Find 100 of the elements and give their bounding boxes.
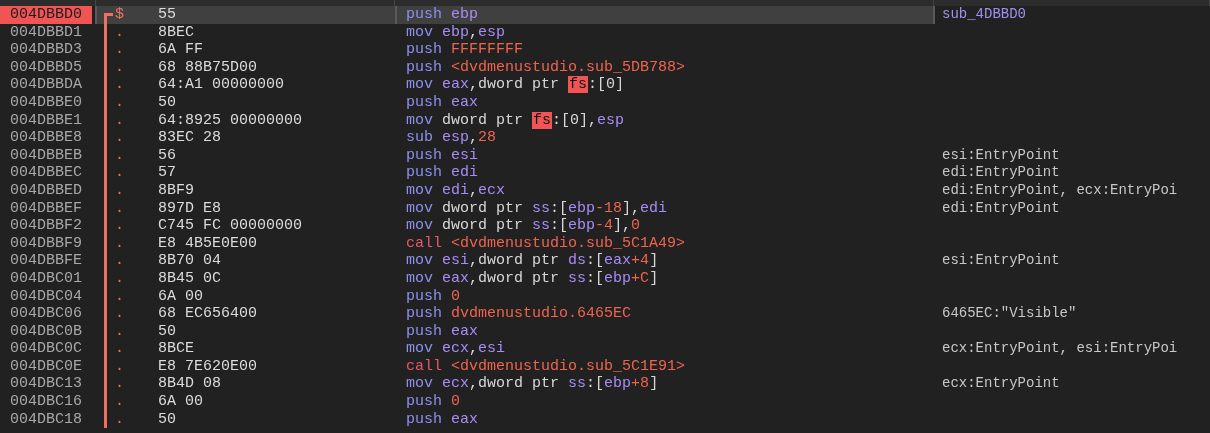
- bytes-cell-text: 6A FF: [158, 41, 204, 59]
- instruction-cell-text: push 0: [405, 393, 462, 411]
- comment-cell-text: esi:EntryPoint: [941, 146, 1061, 165]
- instruction-cell-text: mov ecx,esi: [405, 340, 507, 358]
- marker-cell-text: .: [114, 76, 125, 94]
- bytes-cell-text: E8 7E620E00: [158, 357, 259, 376]
- comment-cell-text: esi:EntryPoint: [941, 252, 1061, 270]
- address-cell-text: 004DBC0B: [9, 322, 83, 341]
- comment-cell-text: ecx:EntryPoint: [941, 375, 1061, 394]
- bytes-cell-text: 50: [158, 93, 177, 112]
- marker-cell-text: .: [114, 129, 125, 147]
- bytes-cell-text: 897D E8: [158, 199, 222, 218]
- bytes-cell-text: C745 FC 00000000: [158, 217, 304, 235]
- address-cell-text: 004DBBEC: [9, 164, 83, 182]
- address-cell-text: 004DBBF9: [9, 234, 83, 253]
- marker-cell-text: .: [114, 375, 125, 394]
- instruction-cell-text: mov esi,dword ptr ds:[eax+4]: [405, 252, 660, 270]
- address-cell-text: 004DBC06: [9, 305, 83, 323]
- comment-cell-text: 6465EC:"Visible": [941, 305, 1078, 323]
- instruction-cell-text: mov eax,dword ptr fs:[0]: [405, 76, 626, 94]
- marker-cell-text: .: [114, 199, 125, 218]
- address-cell-text: 004DBC13: [9, 375, 83, 394]
- instruction-cell-text: mov dword ptr ss:[ebp-4],0: [405, 217, 642, 235]
- comment-cell-text: edi:EntryPoint: [941, 164, 1061, 182]
- bytes-cell-text: 64:8925 00000000: [158, 111, 304, 130]
- bytes-cell-text: 64:A1 00000000: [158, 76, 286, 94]
- comment-cell-text: edi:EntryPoint, ecx:EntryPoi: [941, 181, 1179, 200]
- bytes-cell-text: 56: [158, 146, 177, 165]
- bytes-cell-text: 6A 00: [158, 393, 204, 411]
- instruction-cell-text: push eax: [405, 93, 480, 112]
- bytes-cell-text: 8BF9: [158, 181, 195, 200]
- marker-cell-text: .: [114, 322, 125, 341]
- instruction-cell-text: push edi: [405, 164, 480, 182]
- bytes-cell-text: 68 EC656400: [158, 305, 259, 323]
- marker-cell-text: .: [114, 305, 125, 323]
- instruction-cell-text: mov dword ptr fs:[0],esp: [405, 111, 626, 130]
- address-cell: 004DBBD0: [0, 6, 92, 24]
- bytes-cell-text: 8BEC: [158, 23, 195, 42]
- comment-cell-text: ecx:EntryPoint, esi:EntryPoi: [941, 340, 1179, 358]
- instruction-cell-text: mov dword ptr ss:[ebp-18],edi: [405, 199, 669, 218]
- marker-cell-text: .: [114, 164, 125, 182]
- marker-cell-text: .: [114, 410, 125, 429]
- address-cell-text: 004DBC16: [9, 393, 83, 411]
- address-cell-text: 004DBBE1: [9, 111, 83, 130]
- marker-cell-text: .: [114, 393, 125, 411]
- address-cell-text: 004DBBD3: [9, 41, 83, 59]
- address-cell-text: 004DBBE8: [9, 129, 83, 147]
- marker-cell-text: $: [114, 6, 125, 24]
- marker-cell-text: .: [114, 41, 125, 59]
- instruction-cell-text: push eax: [405, 410, 480, 429]
- marker-cell-text: .: [114, 252, 125, 270]
- label-cell-text: sub_4DBBD0: [941, 6, 1027, 24]
- marker-cell-text: .: [114, 111, 125, 130]
- instruction-cell-text: push esi: [405, 146, 480, 165]
- instruction-cell-text: mov ebp,esp: [405, 23, 507, 42]
- address-cell-text: 004DBBD1: [9, 23, 83, 42]
- instruction-cell-text: push eax: [405, 322, 479, 341]
- address-cell-text: 004DBBD5: [9, 58, 83, 77]
- bytes-cell-text: 8B45 0C: [158, 269, 222, 288]
- bytes-cell-text: E8 4B5E0E00: [158, 234, 259, 253]
- bytes-cell-text: 68 88B75D00: [158, 58, 259, 77]
- bytes-cell-text: 83EC 28: [158, 129, 222, 147]
- address-cell-text: 004DBC04: [9, 287, 83, 306]
- bytes-cell-text: 50: [158, 322, 177, 341]
- bytes-cell-text: 8B70 04: [158, 252, 222, 270]
- instruction-cell-text: mov edi,ecx: [405, 181, 507, 200]
- instruction-cell-text: mov eax,dword ptr ss:[ebp+C]: [405, 269, 660, 288]
- bytes-cell-text: 57: [158, 164, 177, 182]
- address-cell-text: 004DBC0E: [9, 357, 83, 376]
- address-cell-text: 004DBBDA: [9, 76, 83, 94]
- address-cell-text: 004DBBF2: [9, 217, 83, 235]
- bytes-cell-text: 6A 00: [158, 287, 204, 306]
- marker-cell-text: .: [114, 181, 125, 200]
- marker-cell-text: .: [114, 58, 125, 77]
- instruction-cell-text: push FFFFFFFF: [405, 41, 525, 59]
- instruction-cell-text: call <dvdmenustudio.sub_5C1A49>: [405, 234, 687, 253]
- address-cell-text: 004DBBE0: [9, 93, 83, 112]
- marker-cell-text: .: [114, 340, 125, 358]
- instruction-cell-text: push ebp: [405, 6, 480, 24]
- instruction-cell-text: push dvdmenustudio.6465EC: [405, 305, 633, 323]
- address-cell-text: 004DBC0C: [9, 340, 83, 358]
- address-cell-text: 004DBBED: [9, 181, 83, 200]
- bytes-cell-text: 50: [158, 410, 177, 429]
- bytes-cell-text: 8B4D 08: [158, 375, 222, 394]
- address-cell-text: 004DBC18: [9, 410, 83, 429]
- comment-cell-text: edi:EntryPoint: [941, 199, 1061, 218]
- marker-cell-text: .: [114, 269, 125, 288]
- instruction-cell-text: push 0: [405, 287, 462, 306]
- address-cell-text: 004DBBFE: [9, 252, 83, 270]
- marker-cell-text: .: [114, 234, 125, 253]
- marker-cell-text: .: [114, 357, 125, 376]
- marker-cell-text: .: [114, 146, 125, 165]
- address-cell-text: 004DBBEB: [9, 146, 83, 165]
- bytes-cell-text: 55: [158, 6, 177, 24]
- marker-cell-text: .: [114, 23, 125, 42]
- instruction-cell-text: push <dvdmenustudio.sub_5DB788>: [405, 58, 687, 77]
- address-cell-text: 004DBC01: [9, 269, 83, 288]
- bytes-cell-text: 8BCE: [158, 340, 195, 358]
- instruction-cell-text: call <dvdmenustudio.sub_5C1E91>: [405, 357, 687, 376]
- address-cell-text: 004DBBEF: [9, 199, 83, 218]
